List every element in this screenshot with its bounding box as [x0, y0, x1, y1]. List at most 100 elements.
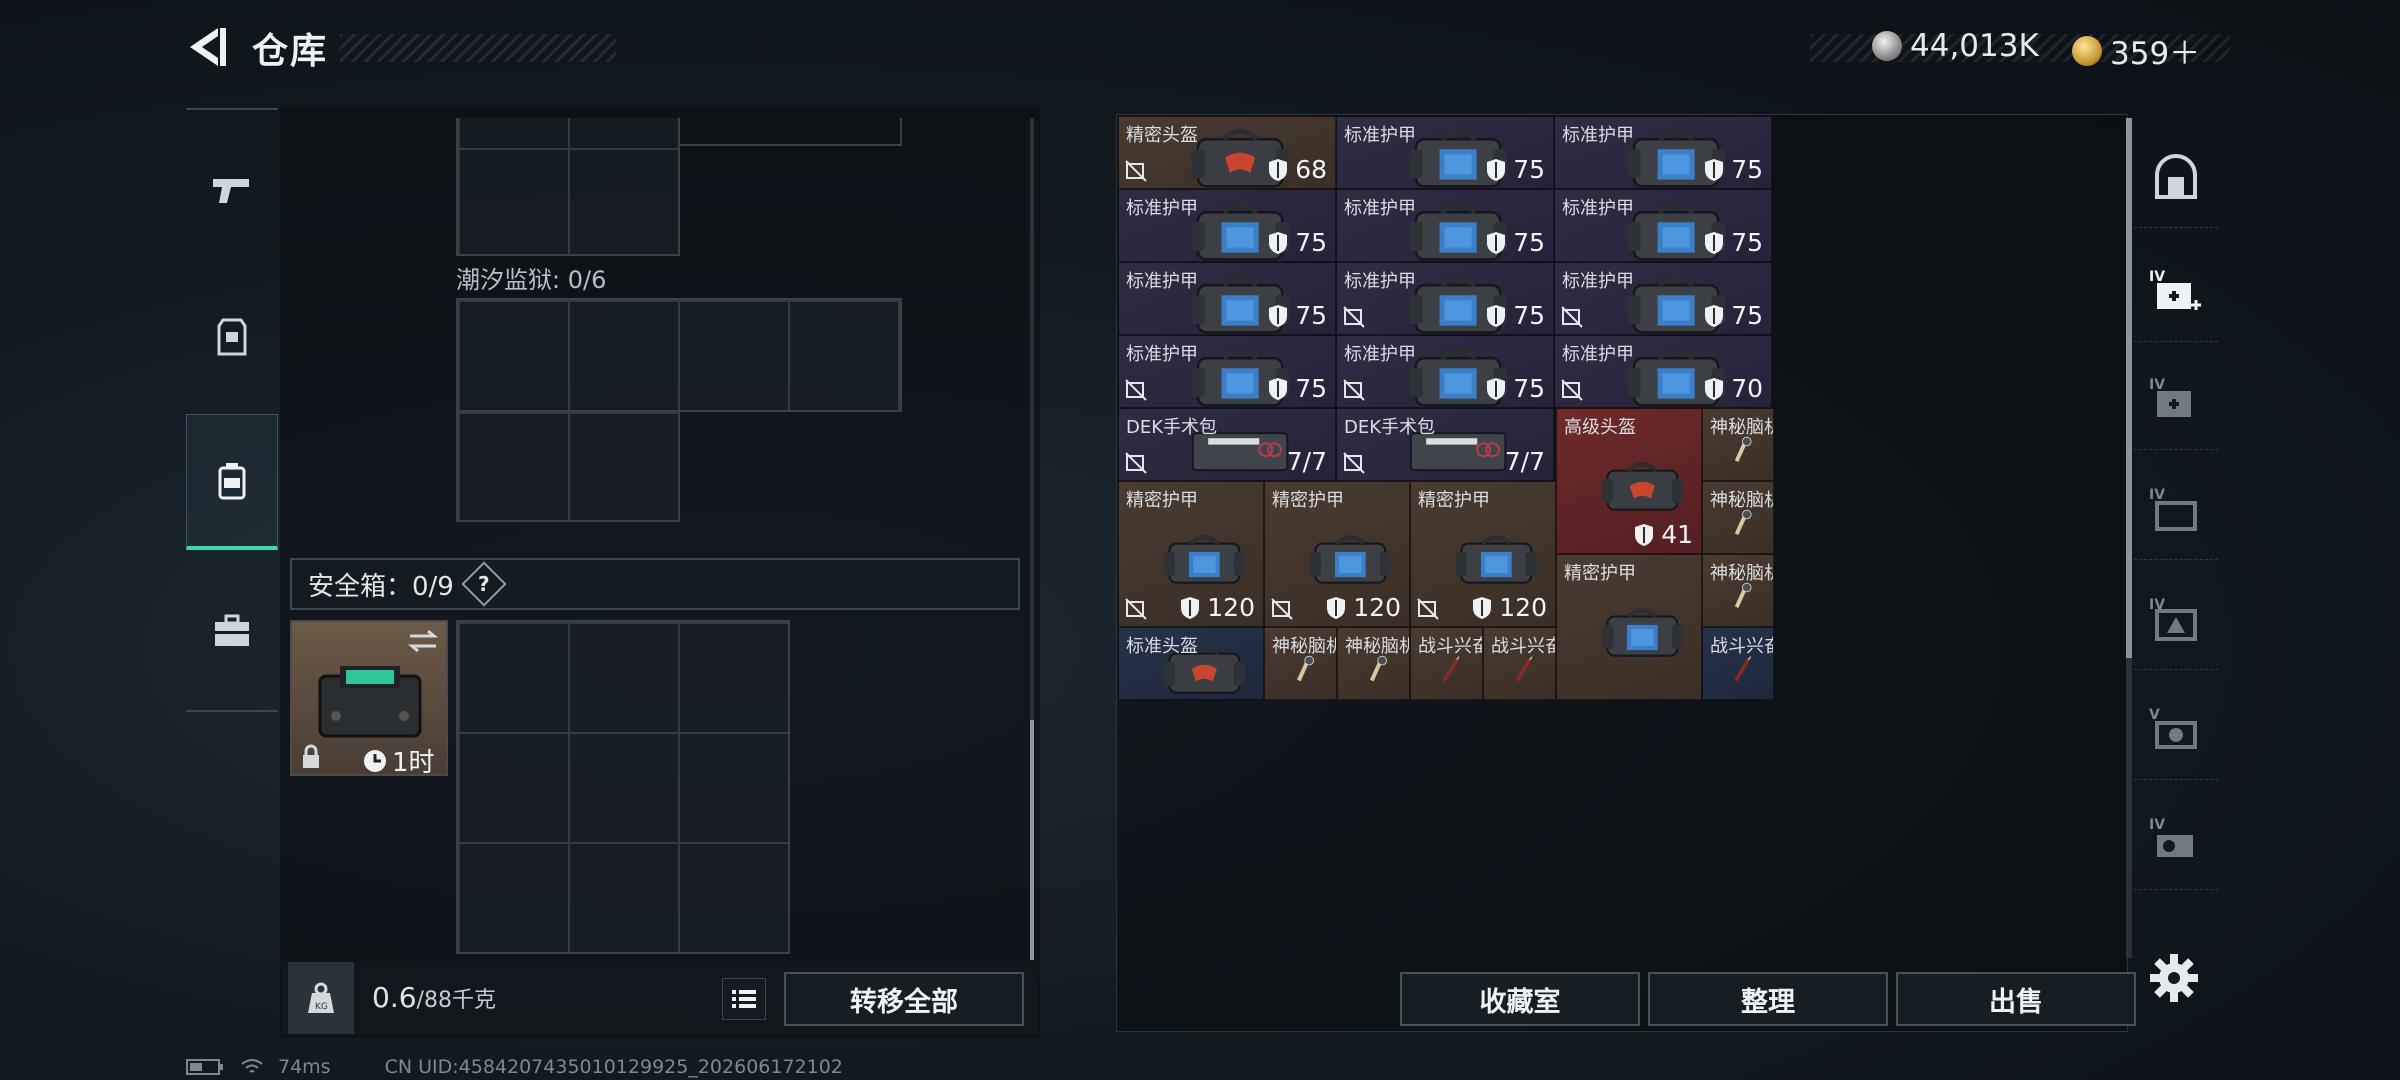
- inventory-item[interactable]: 精密护甲 120: [1118, 481, 1264, 627]
- tab-toolbox[interactable]: [186, 566, 278, 696]
- safe-box-icon: [318, 666, 422, 738]
- item-name: 神秘脑机...: [1710, 490, 1773, 511]
- right-scrollbar-thumb[interactable]: [2126, 118, 2132, 658]
- organize-button[interactable]: 整理: [1648, 972, 1888, 1026]
- item-value: 120: [1179, 593, 1255, 622]
- vault-icon: [2155, 153, 2197, 199]
- inventory-item[interactable]: 神秘脑机...: [1702, 554, 1774, 627]
- inventory-item[interactable]: 标准护甲 75: [1336, 116, 1554, 189]
- inventory-item[interactable]: 标准护甲 75: [1554, 116, 1772, 189]
- tab-medical-iv-2[interactable]: IV: [2134, 350, 2218, 450]
- page-title: 仓库: [252, 31, 329, 72]
- currency-silver[interactable]: 44,013K: [1872, 28, 2039, 64]
- safe-box-item[interactable]: 1时: [290, 620, 448, 779]
- tab-misc-iv[interactable]: IV: [2134, 790, 2218, 890]
- item-image: [1454, 531, 1539, 587]
- armor-shield-icon: [1327, 596, 1346, 619]
- inventory-item[interactable]: 高级头盔 41: [1556, 408, 1702, 554]
- currency-gold[interactable]: 359＋: [2072, 28, 2200, 73]
- inventory-item[interactable]: 精密护甲: [1556, 554, 1702, 700]
- item-name: 精密护甲: [1564, 563, 1636, 584]
- inventory-item[interactable]: 标准护甲 75: [1118, 189, 1336, 262]
- svg-text:IV: IV: [2149, 269, 2165, 285]
- item-name: 标准护甲: [1344, 198, 1416, 219]
- camera-icon: V: [2149, 707, 2197, 749]
- item-name: 标准护甲: [1126, 198, 1198, 219]
- ping-text: 74ms: [278, 1056, 331, 1078]
- tab-backpack[interactable]: [186, 414, 278, 550]
- inventory-item[interactable]: 战斗兴奋剂: [1410, 627, 1483, 700]
- inventory-item[interactable]: 标准护甲 75: [1118, 335, 1336, 408]
- svg-text:IV: IV: [2149, 817, 2165, 833]
- inventory-item[interactable]: 标准护甲 75: [1554, 262, 1772, 335]
- collection-room-button[interactable]: 收藏室: [1400, 972, 1640, 1026]
- tab-files-iv[interactable]: IV: [2134, 460, 2218, 560]
- weight-icon: KG: [288, 962, 354, 1034]
- battery-icon: [186, 1059, 223, 1075]
- inventory-item[interactable]: DEK手术包 7/7: [1118, 408, 1336, 481]
- tab-vault[interactable]: [2134, 128, 2218, 228]
- inventory-item[interactable]: 标准护甲 75: [1336, 262, 1554, 335]
- item-image: [1722, 582, 1764, 610]
- item-value: 7/7: [1504, 447, 1545, 476]
- container-grid-top[interactable]: [456, 118, 680, 256]
- item-value: 41: [1633, 520, 1693, 549]
- prison-grid-upper[interactable]: [456, 298, 902, 412]
- inventory-item[interactable]: 标准护甲 75: [1118, 262, 1336, 335]
- item-image: [1308, 531, 1393, 587]
- warehouse-grid: 精密头盔 68 标准护甲 75 标准护甲 75 标准护甲 75 标准护甲 75 标准护甲 75 标准护甲…: [1118, 116, 2120, 958]
- svg-text:KG: KG: [315, 1002, 328, 1012]
- item-name: 神秘脑机...: [1272, 636, 1336, 657]
- item-image: [1503, 655, 1545, 683]
- back-button[interactable]: [182, 22, 232, 72]
- inventory-item[interactable]: 标准护甲 70: [1554, 335, 1772, 408]
- inventory-item[interactable]: 精密护甲 120: [1264, 481, 1410, 627]
- inventory-item[interactable]: 精密头盔 68: [1118, 116, 1336, 189]
- safe-box-grid[interactable]: [456, 620, 790, 954]
- inventory-item[interactable]: 神秘脑机...: [1337, 627, 1410, 700]
- item-name: 标准护甲: [1562, 271, 1634, 292]
- swap-icon[interactable]: [406, 628, 440, 654]
- list-view-button[interactable]: [722, 978, 766, 1020]
- tab-valuables-v[interactable]: V: [2134, 680, 2218, 780]
- item-name: 精密护甲: [1272, 490, 1344, 511]
- tab-equipment[interactable]: [186, 272, 278, 402]
- item-name: 精密护甲: [1126, 490, 1198, 511]
- item-image: [1162, 531, 1247, 587]
- item-name: 标准护甲: [1126, 271, 1198, 292]
- safe-timer: 1时: [362, 742, 435, 779]
- inventory-item[interactable]: 神秘脑机...: [1702, 481, 1774, 554]
- tab-weapons[interactable]: [186, 125, 278, 255]
- left-scrollbar-thumb[interactable]: [1030, 720, 1034, 960]
- sell-button[interactable]: 出售: [1896, 972, 2136, 1026]
- item-value: 75: [1703, 228, 1763, 257]
- inventory-item[interactable]: 标准护甲 75: [1554, 189, 1772, 262]
- inventory-item[interactable]: 神秘脑机...: [1264, 627, 1337, 700]
- inventory-item[interactable]: DEK手术包 7/7: [1336, 408, 1554, 481]
- item-name: 标准头盔: [1126, 636, 1198, 657]
- tab-warning-iv[interactable]: IV: [2134, 570, 2218, 670]
- inventory-item[interactable]: 战斗兴奋剂: [1702, 627, 1774, 700]
- inventory-item[interactable]: 标准护甲 75: [1336, 189, 1554, 262]
- inventory-item[interactable]: 标准头盔: [1118, 627, 1264, 700]
- prison-grid-lower[interactable]: [456, 410, 680, 522]
- inventory-item[interactable]: 精密护甲 120: [1410, 481, 1556, 627]
- inventory-item[interactable]: 战斗兴奋剂: [1483, 627, 1556, 700]
- uid-text: CN UID:4584207435010129925_202606172102: [384, 1056, 843, 1078]
- inventory-item[interactable]: 标准护甲 75: [1336, 335, 1554, 408]
- item-value: 75: [1267, 228, 1327, 257]
- item-value: 75: [1485, 155, 1545, 184]
- item-image: [1284, 655, 1326, 683]
- item-image: [1600, 604, 1685, 660]
- settings-gear-icon[interactable]: [2146, 950, 2202, 1006]
- inventory-item[interactable]: 神秘脑机...: [1702, 408, 1774, 481]
- safe-box-header: 安全箱：0/9 ?: [290, 558, 1020, 610]
- tab-medical-iv[interactable]: IV: [2134, 242, 2218, 342]
- item-name: 标准护甲: [1344, 125, 1416, 146]
- help-icon[interactable]: ?: [461, 561, 507, 607]
- back-arrow-icon: [190, 28, 226, 66]
- item-value: 7/7: [1286, 447, 1327, 476]
- armor-shield-icon: [1635, 523, 1654, 546]
- transfer-all-button[interactable]: 转移全部: [784, 972, 1024, 1026]
- item-name: DEK手术包: [1126, 417, 1218, 438]
